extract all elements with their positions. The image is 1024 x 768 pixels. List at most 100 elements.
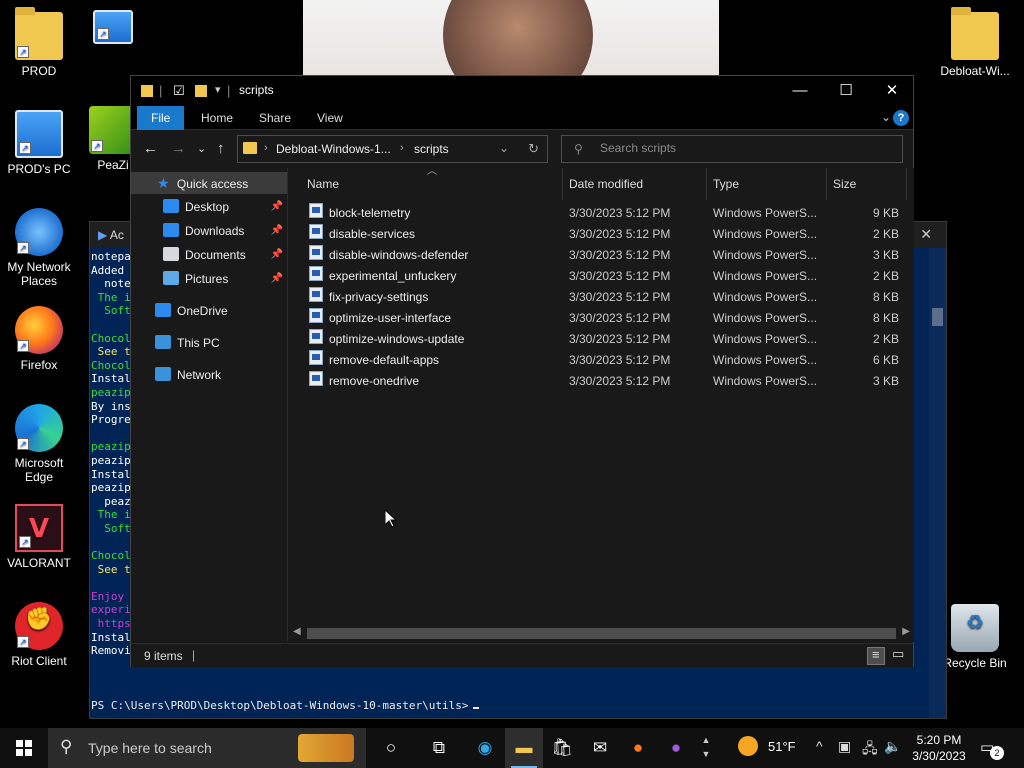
taskbar: ⚲ Type here to search ○ ⧉ ◉ ▬ 🛍 ✉ ● ● ▲ ▼… [0,728,1024,768]
tab-view[interactable]: View [303,106,357,130]
details-view-button[interactable] [867,647,885,665]
scrollbar-thumb[interactable] [932,308,943,326]
firefox-taskbar-icon[interactable]: ● [619,728,657,768]
nav-quick-access[interactable]: ★ Quick access [131,172,287,194]
taskbar-scroll-icon[interactable]: ▲ ▼ [698,728,714,768]
chevron-right-icon[interactable]: › [400,142,404,154]
close-icon[interactable]: ✕ [920,226,932,243]
file-size: 8 KB [872,311,899,325]
maximize-button[interactable]: ☐ [823,76,869,106]
pictures-icon [163,271,179,285]
address-bar[interactable]: › Debloat-Windows-1... › scripts ⌄ ↻ [237,135,548,163]
file-row[interactable]: disable-services 3/30/2023 5:12 PM Windows… [289,224,911,245]
nav-network[interactable]: Network [155,364,287,386]
volume-muted-icon[interactable]: 🔈 [884,738,901,755]
desktop-icon-valorant[interactable]: ↗ VALORANT [0,504,78,570]
riot-client-icon: ↗ [15,602,63,650]
task-view-icon[interactable]: ⧉ [420,728,458,768]
breadcrumb-debloat[interactable]: Debloat-Windows-1... [276,142,391,156]
search-box[interactable]: ⚲ [561,135,903,163]
help-icon[interactable]: ? [893,110,909,126]
customize-qat-icon[interactable]: ▾ [215,83,221,96]
notification-center-icon[interactable]: ▭ 2 [980,738,1004,760]
desktop-icon-network[interactable]: ↗ My Network Places [0,208,78,288]
up-button[interactable]: ↑ [217,140,225,157]
file-row[interactable]: optimize-windows-update 3/30/2023 5:12 PM… [289,329,911,350]
cortana-icon[interactable]: ○ [372,728,410,768]
mail-taskbar-icon[interactable]: ✉ [581,728,619,768]
refresh-icon[interactable]: ↻ [528,141,539,157]
navigation-pane: ★ Quick access Desktop 📌 Downloads 📌 Doc… [131,168,288,641]
powershell-line: peaz [91,494,131,508]
powershell-line: Removi [91,644,131,658]
clock[interactable]: 5:20 PM 3/30/2023 [906,732,972,764]
properties-icon[interactable]: ☑ [173,83,185,99]
powershell-line: Soft [91,304,131,318]
weather-widget[interactable]: 51°F [738,736,796,756]
breadcrumb-scripts[interactable]: scripts [414,142,449,156]
file-row[interactable]: remove-onedrive 3/30/2023 5:12 PM Windows … [289,371,911,392]
tab-home[interactable]: Home [187,106,247,130]
powershell-prompt[interactable]: PS C:\Users\PROD\Desktop\Debloat-Windows… [91,699,479,712]
column-header-type[interactable]: Type [707,168,827,200]
app-taskbar-icon[interactable]: ● [657,728,695,768]
powershell-scrollbar[interactable] [929,248,946,718]
desktop-icon-recycle-bin[interactable]: Recycle Bin [936,604,1014,670]
scroll-left-icon[interactable]: ◀ [293,626,301,637]
taskbar-search[interactable]: ⚲ Type here to search [48,728,366,768]
scroll-right-icon[interactable]: ▶ [902,626,910,637]
file-row[interactable]: experimental_unfuckery 3/30/2023 5:12 PM W… [289,266,911,287]
desktop-icon-control-panel[interactable]: ↗ [78,10,148,48]
show-hidden-icons[interactable]: ^ [816,738,823,754]
large-icons-view-button[interactable] [889,646,907,665]
nav-this-pc[interactable]: This PC [155,332,287,354]
desktop-icon-label: Riot Client [11,654,67,668]
desktop-icon-prod[interactable]: ↗ PROD [0,7,78,78]
edge-taskbar-icon[interactable]: ◉ [466,728,504,768]
tab-file[interactable]: File [137,106,185,130]
nav-onedrive[interactable]: OneDrive [155,300,287,322]
store-taskbar-icon[interactable]: 🛍 [543,728,581,768]
close-button[interactable]: ✕ [869,76,915,106]
minimize-button[interactable]: — [777,76,823,106]
file-explorer-taskbar-icon[interactable]: ▬ [505,728,543,768]
file-row[interactable]: block-telemetry 3/30/2023 5:12 PM Windows … [289,203,911,224]
tab-share[interactable]: Share [245,106,305,130]
powershell-script-icon [309,266,323,281]
chevron-down-icon[interactable]: ⌄ [499,141,509,155]
explorer-titlebar[interactable]: | ☑ ▾ | scripts — ☐ ✕ [131,76,913,106]
nav-desktop[interactable]: Desktop 📌 [163,196,287,218]
forward-button[interactable]: → [171,140,186,157]
desktop-icon-debloat-folder[interactable]: Debloat-Wi... [936,7,1014,78]
desktop-icon-this-pc[interactable]: ↗ PROD's PC [0,110,78,176]
column-header-date[interactable]: Date modified [563,168,707,200]
nav-label: Desktop [185,200,230,214]
desktop-icon-riot-client[interactable]: ↗ Riot Client [0,602,78,668]
column-header-name[interactable]: Name [289,168,563,200]
meet-now-icon[interactable]: ▣ [838,738,851,755]
back-button[interactable]: ← [143,140,158,157]
nav-downloads[interactable]: Downloads 📌 [163,220,287,242]
recycle-bin-icon [951,604,999,652]
new-folder-icon[interactable] [195,85,207,97]
horizontal-scrollbar[interactable]: ◀ ▶ [289,625,914,642]
desktop-icon-edge[interactable]: ↗ Microsoft Edge [0,404,78,484]
column-header-size[interactable]: Size [827,168,907,200]
file-row[interactable]: remove-default-apps 3/30/2023 5:12 PM Wind… [289,350,911,371]
file-row[interactable]: fix-privacy-settings 3/30/2023 5:12 PM Win… [289,287,911,308]
file-explorer-window[interactable]: | ☑ ▾ | scripts — ☐ ✕ File Home Share Vi… [130,75,914,667]
search-icon: ⚲ [60,737,73,756]
file-row[interactable]: disable-windows-defender 3/30/2023 5:12 P… [289,245,911,266]
desktop-icon-firefox[interactable]: ↗ Firefox [0,306,78,372]
search-input[interactable] [600,141,890,155]
file-date: 3/30/2023 5:12 PM [569,374,671,388]
expand-ribbon-icon[interactable]: ⌄ [881,110,891,124]
start-button[interactable] [0,728,48,768]
chevron-right-icon[interactable]: › [264,142,268,154]
recent-locations-icon[interactable]: ⌄ [197,142,206,155]
network-icon[interactable]: 🖧 [862,738,878,762]
nav-pictures[interactable]: Pictures 📌 [163,268,287,290]
nav-documents[interactable]: Documents 📌 [163,244,287,266]
scrollbar-thumb[interactable] [307,628,896,639]
file-row[interactable]: optimize-user-interface 3/30/2023 5:12 PM… [289,308,911,329]
